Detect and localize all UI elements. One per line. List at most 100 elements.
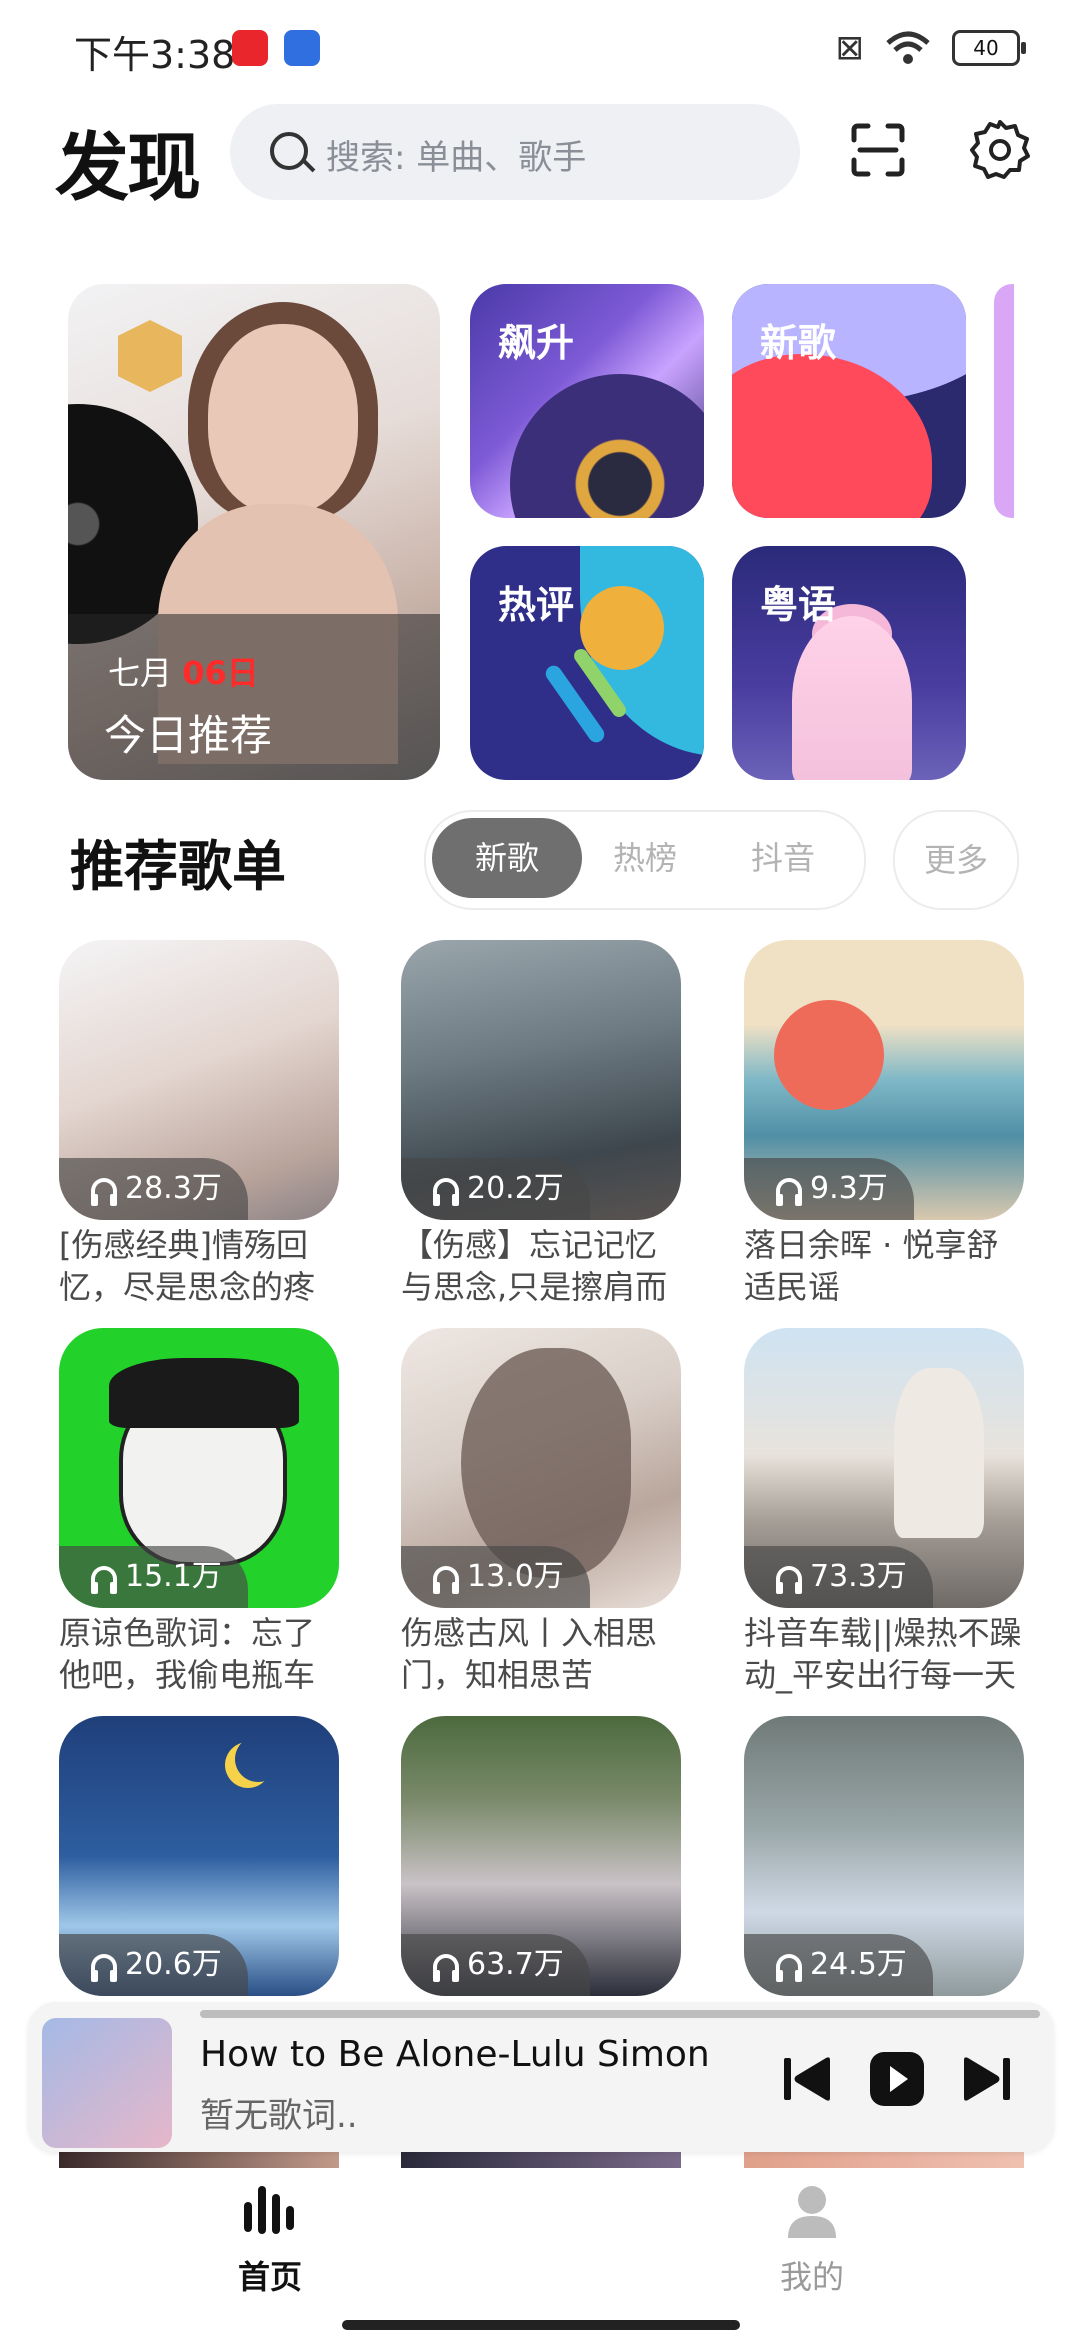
headphones-icon [91, 1566, 117, 1594]
status-right: ⊠ 40 [835, 28, 1026, 68]
play-count-value: 63.7万 [467, 1947, 564, 1982]
tab-new[interactable]: 新歌 [432, 818, 582, 898]
playlist-cover: 15.1万 [59, 1328, 339, 1608]
tile-label: 飙升 [498, 321, 575, 365]
play-count-value: 13.0万 [467, 1559, 564, 1594]
playlist-title: 【伤感】忘记记忆与思念,只是擦肩而 [401, 1226, 668, 1306]
headphones-icon [433, 1954, 459, 1982]
user-icon [788, 2186, 836, 2238]
search-input[interactable]: 搜索: 单曲、歌手 [230, 104, 800, 200]
now-playing-title: How to Be Alone-Lulu Simon [200, 2034, 710, 2075]
play-count-value: 28.3万 [125, 1171, 222, 1206]
home-bars-icon [244, 2186, 294, 2234]
playlist-card[interactable]: 73.3万 抖音车载||燥热不躁动_平安出行每一天 [744, 1328, 1024, 1696]
now-playing-lyric: 暂无歌词.. [200, 2096, 358, 2136]
playlist-card[interactable]: 15.1万 原谅色歌词：忘了他吧，我偷电瓶车 [59, 1328, 339, 1696]
tile-label: 粤语 [760, 583, 837, 627]
play-count: 20.2万 [401, 1158, 590, 1220]
playlist-tab-bar: 新歌 热榜 抖音 [424, 810, 866, 910]
recorder-notification-icon [232, 30, 268, 66]
status-bar: 下午3:38 ⊠ 40 [0, 0, 1080, 90]
play-count: 73.3万 [744, 1546, 933, 1608]
headphones-icon [91, 1178, 117, 1206]
playlist-title: [伤感经典]情殇回忆，尽是思念的疼 [59, 1226, 316, 1306]
play-count-value: 20.2万 [467, 1171, 564, 1206]
play-count: 9.3万 [744, 1158, 914, 1220]
wifi-icon [886, 31, 930, 64]
play-icon[interactable] [868, 2050, 926, 2108]
playlist-title: 抖音车载||燥热不躁动_平安出行每一天 [744, 1614, 1022, 1694]
search-icon [270, 132, 308, 170]
cover-art-face [208, 324, 358, 514]
play-count-value: 24.5万 [810, 1947, 907, 1982]
chart-rising-tile[interactable]: 飙升 [470, 284, 704, 518]
settings-gear-icon[interactable] [968, 118, 1032, 182]
playlist-cover: 73.3万 [744, 1328, 1024, 1608]
sim-off-icon: ⊠ [835, 28, 865, 68]
more-tiles-peek[interactable] [994, 284, 1014, 518]
play-count-value: 73.3万 [810, 1559, 907, 1594]
hot-comments-tile[interactable]: 热评 [470, 546, 704, 780]
play-count: 63.7万 [401, 1934, 590, 1996]
nav-home-label: 首页 [237, 2258, 302, 2296]
diamond-badge-icon [118, 320, 182, 392]
nav-me[interactable]: 我的 [742, 2180, 882, 2298]
headphones-icon [433, 1178, 459, 1206]
home-indicator[interactable] [342, 2320, 740, 2330]
play-count: 13.0万 [401, 1546, 590, 1608]
daily-date: 七月 06日 [108, 648, 259, 694]
page-title: 发现 [55, 125, 201, 211]
tile-label: 热评 [498, 583, 575, 627]
scan-icon[interactable] [850, 122, 906, 178]
tab-douyin[interactable]: 抖音 [708, 818, 858, 898]
playlist-cover: 9.3万 [744, 940, 1024, 1220]
playlist-cover: 20.6万 [59, 1716, 339, 1996]
play-count: 15.1万 [59, 1546, 248, 1608]
headphones-icon [91, 1954, 117, 1982]
playlist-card[interactable]: 28.3万 [伤感经典]情殇回忆，尽是思念的疼 [59, 940, 339, 1308]
playlist-cover: 28.3万 [59, 940, 339, 1220]
mini-player[interactable]: How to Be Alone-Lulu Simon 暂无歌词.. [28, 2002, 1054, 2152]
play-count-value: 20.6万 [125, 1947, 222, 1982]
search-placeholder: 搜索: 单曲、歌手 [326, 138, 587, 178]
next-row-peek [744, 2152, 1024, 2168]
next-row-peek [59, 2152, 339, 2168]
daily-day: 06日 [182, 654, 259, 692]
playlist-card[interactable]: 24.5万 [744, 1716, 1024, 1996]
daily-recommend-card[interactable]: 七月 06日 今日推荐 [68, 284, 440, 780]
headphones-icon [776, 1178, 802, 1206]
playlist-card[interactable]: 20.6万 [59, 1716, 339, 1996]
new-songs-tile[interactable]: 新歌 [732, 284, 966, 518]
playlist-card[interactable]: 63.7万 [401, 1716, 681, 1996]
tile-art-figure [792, 616, 912, 780]
battery-indicator: 40 [952, 30, 1026, 66]
play-count: 20.6万 [59, 1934, 248, 1996]
cantonese-tile[interactable]: 粤语 [732, 546, 966, 780]
headphones-icon [776, 1566, 802, 1594]
daily-label: 今日推荐 [104, 711, 273, 760]
playlist-title: 伤感古风丨入相思门，知相思苦 [401, 1614, 658, 1694]
playlist-card[interactable]: 9.3万 落日余晖 · 悦享舒适民谣 [744, 940, 1024, 1308]
playback-progress-bar[interactable] [200, 2010, 1040, 2018]
nav-home[interactable]: 首页 [200, 2180, 340, 2298]
turntable-art [510, 374, 704, 518]
next-track-icon[interactable] [958, 2050, 1016, 2108]
section-title: 推荐歌单 [70, 835, 286, 898]
play-count-value: 9.3万 [810, 1171, 888, 1206]
headphones-icon [433, 1566, 459, 1594]
tab-hot[interactable]: 热榜 [570, 818, 720, 898]
daily-month: 七月 [108, 654, 173, 692]
nav-me-label: 我的 [779, 2258, 844, 2296]
playlist-card[interactable]: 13.0万 伤感古风丨入相思门，知相思苦 [401, 1328, 681, 1696]
playlist-title: 原谅色歌词：忘了他吧，我偷电瓶车 [59, 1614, 316, 1694]
play-count: 24.5万 [744, 1934, 933, 1996]
now-playing-cover [42, 2018, 172, 2148]
playlist-card[interactable]: 20.2万 【伤感】忘记记忆与思念,只是擦肩而 [401, 940, 681, 1308]
play-count-value: 15.1万 [125, 1559, 222, 1594]
playlist-title: 落日余晖 · 悦享舒适民谣 [744, 1226, 999, 1306]
previous-track-icon[interactable] [778, 2050, 836, 2108]
playlist-cover: 63.7万 [401, 1716, 681, 1996]
more-button[interactable]: 更多 [893, 810, 1019, 910]
playlist-cover: 24.5万 [744, 1716, 1024, 1996]
music-notification-icon [284, 30, 320, 66]
